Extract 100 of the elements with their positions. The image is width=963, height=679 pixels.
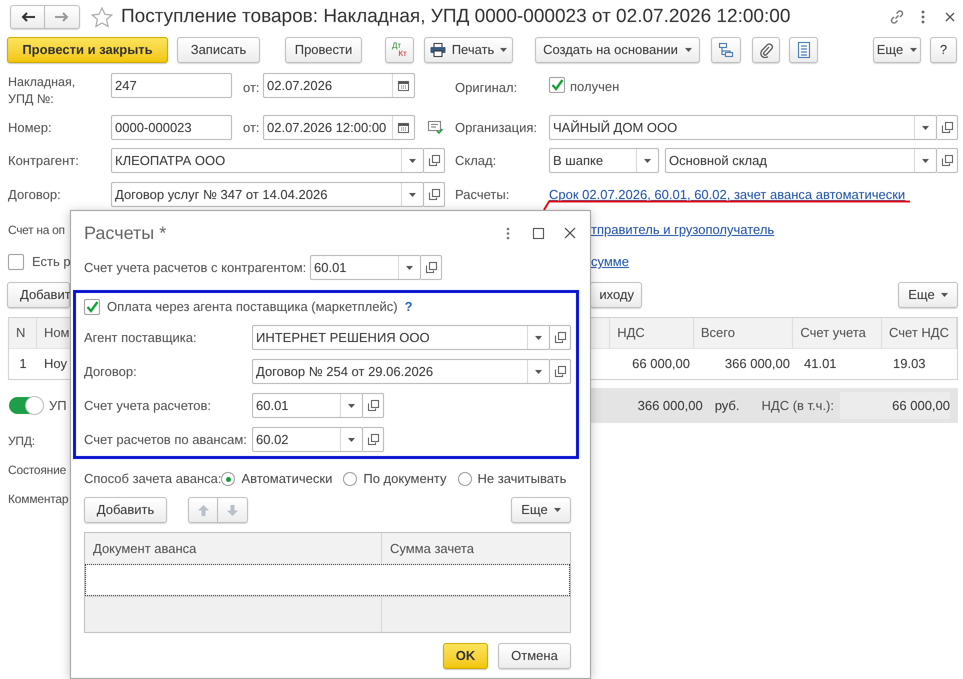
overlapping-squares-icon: [428, 155, 440, 166]
input-field[interactable]: 02.07.2026 12:00:00: [263, 115, 415, 140]
radio-button[interactable]: [458, 472, 472, 486]
checkbox-label: Оплата через агента поставщика (маркетплейс): [107, 298, 398, 316]
column-header[interactable]: Сумма зачета: [382, 533, 570, 564]
calendar-icon: [398, 80, 409, 91]
field-label: Номер:: [8, 120, 52, 135]
caret-icon: [348, 438, 355, 442]
more-button[interactable]: Еще: [898, 282, 958, 308]
open-button[interactable]: [937, 115, 958, 140]
radio-button[interactable]: [221, 472, 236, 486]
field-label: Комментар: [8, 490, 68, 508]
checkmark-icon: [550, 79, 564, 91]
input-field[interactable]: Договор № 254 от 29.06.2026: [252, 359, 550, 384]
total-amount: 366 000,00: [638, 396, 703, 415]
input-field[interactable]: Основной склад: [665, 148, 937, 173]
back-button[interactable]: [10, 5, 45, 29]
close-icon[interactable]: [564, 227, 576, 239]
down-arrow-icon: [227, 504, 238, 516]
document-check-icon[interactable]: [428, 121, 443, 134]
open-button[interactable]: [550, 325, 571, 350]
open-button[interactable]: [424, 182, 445, 207]
open-button[interactable]: [424, 148, 445, 173]
checkbox[interactable]: [84, 299, 100, 315]
input-field[interactable]: Договор услуг № 347 от 14.04.2026: [111, 182, 424, 207]
paperclip-icon: [759, 42, 773, 58]
table-cell-text: 41.01: [803, 355, 838, 374]
checkbox[interactable]: [549, 77, 565, 93]
toggle-switch[interactable]: [9, 397, 43, 414]
menu-button[interactable]: Еще: [873, 37, 921, 63]
more-button[interactable]: Еще: [511, 497, 571, 523]
table-cell-text: 366 000,00: [724, 355, 791, 374]
field-label: Накладная, УПД №:: [8, 74, 76, 108]
caret-icon: [922, 126, 929, 130]
add-button[interactable]: Добавить: [84, 497, 167, 523]
list-icon: [798, 42, 810, 58]
caret-icon: [409, 192, 416, 196]
open-button[interactable]: [937, 148, 958, 173]
input-field[interactable]: 247: [111, 73, 232, 98]
icon-button[interactable]: [752, 37, 780, 63]
add-button[interactable]: Добавит: [7, 282, 70, 308]
input-field[interactable]: ЧАЙНЫЙ ДОМ ООО: [549, 115, 937, 140]
input-field[interactable]: КЛЕОПАТРА ООО: [111, 148, 424, 173]
link-icon[interactable]: [889, 9, 905, 25]
overlapping-squares-icon: [554, 332, 566, 343]
caret-icon: [684, 48, 692, 52]
left-arrow-icon: [20, 12, 34, 22]
icon-button[interactable]: [711, 37, 741, 63]
checkmark-icon: [86, 301, 98, 313]
table-cell-text: 1: [18, 355, 28, 374]
settlements-link[interactable]: Срок 02.07.2026, 60.01, 60.02, зачет аванса автоматически: [549, 184, 906, 204]
radio-label: Не зачитывать: [478, 470, 566, 488]
toolbar-button[interactable]: ?: [930, 37, 957, 63]
overlapping-squares-icon: [942, 122, 952, 133]
open-button[interactable]: [363, 427, 384, 452]
input-field[interactable]: 60.01: [310, 255, 421, 280]
more-icon[interactable]: [506, 226, 510, 240]
input-field[interactable]: 60.01: [252, 393, 363, 418]
field-label: от:: [243, 118, 261, 137]
cancel-button[interactable]: Отмена: [498, 643, 571, 669]
sum-link[interactable]: сумме: [591, 252, 963, 272]
icon-button[interactable]: [789, 37, 818, 63]
field-label: Счет учета расчетов с контрагентом:: [84, 258, 308, 277]
overlapping-squares-icon: [554, 366, 566, 377]
post-and-close-button[interactable]: Провести и закрыть: [7, 37, 168, 63]
help-link[interactable]: ?: [404, 297, 413, 317]
menu-button[interactable]: Создать на основании: [535, 37, 700, 63]
field-label: Контрагент:: [8, 152, 79, 168]
field-label: Договор:: [84, 362, 138, 381]
maximize-icon[interactable]: [533, 228, 544, 238]
caret-icon: [922, 158, 929, 162]
caret-icon: [554, 508, 561, 512]
radio-button[interactable]: [343, 472, 358, 486]
up-arrow-icon: [198, 504, 208, 516]
open-button[interactable]: [550, 359, 571, 384]
field-label: Способ зачета аванса:: [84, 470, 222, 488]
vat-amount: 66 000,00: [840, 392, 950, 419]
input-field[interactable]: 0000-000023: [111, 115, 232, 140]
open-button[interactable]: [363, 393, 384, 418]
fill-button[interactable]: иходу: [590, 282, 642, 308]
input-field[interactable]: ИНТЕРНЕТ РЕШЕНИЯ ООО: [252, 325, 550, 350]
more-icon[interactable]: [921, 10, 925, 24]
print-button[interactable]: Печать: [424, 37, 513, 63]
close-icon[interactable]: [945, 12, 955, 22]
input-field[interactable]: В шапке: [549, 148, 659, 173]
overlapping-squares-icon: [942, 155, 952, 166]
toolbar-button[interactable]: Провести: [285, 37, 362, 63]
right-arrow-icon: [55, 12, 69, 22]
shipper-link[interactable]: тправитель и грузополучатель: [591, 220, 963, 240]
caret-icon: [348, 404, 355, 408]
checkbox[interactable]: [8, 254, 24, 270]
toolbar-button[interactable]: Записать: [177, 37, 260, 63]
input-field[interactable]: 02.07.2026: [263, 73, 415, 98]
debit-credit-button[interactable]: Дт Кт: [385, 37, 414, 63]
field-label: от:: [243, 79, 261, 97]
open-button[interactable]: [421, 255, 442, 280]
star-icon[interactable]: [91, 6, 113, 28]
ok-button[interactable]: OK: [443, 643, 488, 669]
empty-row[interactable]: [85, 564, 570, 596]
input-field[interactable]: 60.02: [252, 427, 363, 452]
